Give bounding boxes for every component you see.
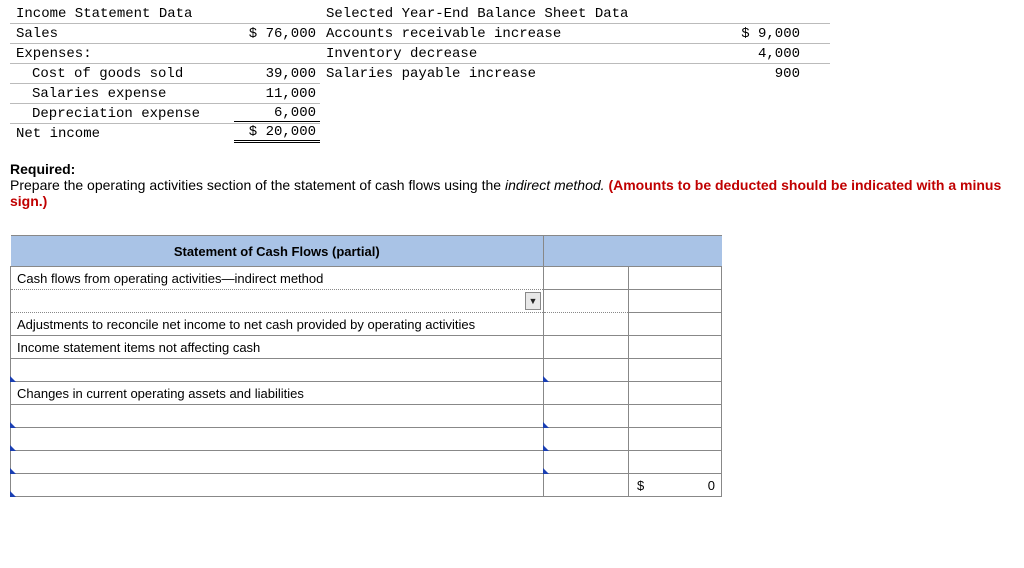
income-header: Income Statement Data bbox=[10, 6, 234, 22]
inv-label: Inventory decrease bbox=[320, 46, 718, 62]
cogs-value: 39,000 bbox=[234, 66, 320, 82]
top-data-tables: Income Statement Data Sales$ 76,000 Expe… bbox=[10, 4, 1014, 143]
input-cell-7b[interactable] bbox=[544, 405, 629, 428]
cell-b-1[interactable] bbox=[544, 267, 629, 290]
input-cell-10a[interactable] bbox=[11, 474, 544, 497]
required-title: Required: bbox=[10, 161, 75, 177]
cell-c-5[interactable] bbox=[629, 359, 722, 382]
input-cell-9b[interactable] bbox=[544, 451, 629, 474]
cell-b-10[interactable] bbox=[544, 474, 629, 497]
row-changes-current: Changes in current operating assets and … bbox=[11, 382, 544, 405]
balance-sheet-table: Selected Year-End Balance Sheet Data Acc… bbox=[320, 4, 830, 143]
input-cell-7a[interactable] bbox=[11, 405, 544, 428]
required-body-italic: indirect method. bbox=[505, 177, 605, 193]
ar-value: $ 9,000 bbox=[718, 26, 830, 42]
cell-c-8[interactable] bbox=[629, 428, 722, 451]
net-income-label: Net income bbox=[10, 126, 234, 142]
row-adjustments: Adjustments to reconcile net income to n… bbox=[11, 313, 544, 336]
balance-header: Selected Year-End Balance Sheet Data bbox=[320, 6, 718, 22]
cogs-label: Cost of goods sold bbox=[10, 66, 234, 82]
input-cell-9a[interactable] bbox=[11, 451, 544, 474]
income-statement-table: Income Statement Data Sales$ 76,000 Expe… bbox=[10, 4, 320, 143]
ar-label: Accounts receivable increase bbox=[320, 26, 718, 42]
required-body-a: Prepare the operating activities section… bbox=[10, 177, 505, 193]
row-operating-header: Cash flows from operating activities—ind… bbox=[11, 267, 544, 290]
total-cell: $ 0 bbox=[629, 474, 722, 497]
cashflow-title: Statement of Cash Flows (partial) bbox=[11, 236, 544, 267]
cell-c-2[interactable] bbox=[629, 290, 722, 313]
cell-b-3[interactable] bbox=[544, 313, 629, 336]
inv-value: 4,000 bbox=[718, 46, 830, 62]
net-income-value: $ 20,000 bbox=[234, 124, 320, 143]
cell-b-2[interactable] bbox=[544, 290, 629, 313]
sales-label: Sales bbox=[10, 26, 234, 42]
cell-c-1[interactable] bbox=[629, 267, 722, 290]
input-cell-5a[interactable] bbox=[11, 359, 544, 382]
input-cell-5b[interactable] bbox=[544, 359, 629, 382]
total-prefix: $ bbox=[635, 478, 644, 493]
sal-pay-value: 900 bbox=[718, 66, 830, 82]
row-noncash-items: Income statement items not affecting cas… bbox=[11, 336, 544, 359]
sales-value: $ 76,000 bbox=[234, 26, 320, 42]
expenses-label: Expenses: bbox=[10, 46, 234, 62]
required-section: Required: Prepare the operating activiti… bbox=[10, 161, 1014, 209]
cell-c-9[interactable] bbox=[629, 451, 722, 474]
cell-c-6[interactable] bbox=[629, 382, 722, 405]
salaries-label: Salaries expense bbox=[10, 86, 234, 102]
chevron-down-icon[interactable]: ▼ bbox=[525, 292, 541, 310]
dropdown-cell-2a[interactable]: ▼ bbox=[11, 290, 544, 313]
cashflow-table: Statement of Cash Flows (partial) Cash f… bbox=[10, 235, 722, 497]
corner-tick-icon bbox=[10, 491, 16, 497]
cell-c-7[interactable] bbox=[629, 405, 722, 428]
sal-pay-label: Salaries payable increase bbox=[320, 66, 718, 82]
cell-c-4[interactable] bbox=[629, 336, 722, 359]
depr-label: Depreciation expense bbox=[10, 106, 234, 122]
cell-b-4[interactable] bbox=[544, 336, 629, 359]
salaries-value: 11,000 bbox=[234, 86, 320, 102]
input-cell-8b[interactable] bbox=[544, 428, 629, 451]
input-cell-8a[interactable] bbox=[11, 428, 544, 451]
total-value: 0 bbox=[708, 478, 715, 493]
cell-c-3[interactable] bbox=[629, 313, 722, 336]
depr-value: 6,000 bbox=[234, 105, 320, 122]
cell-b-6[interactable] bbox=[544, 382, 629, 405]
